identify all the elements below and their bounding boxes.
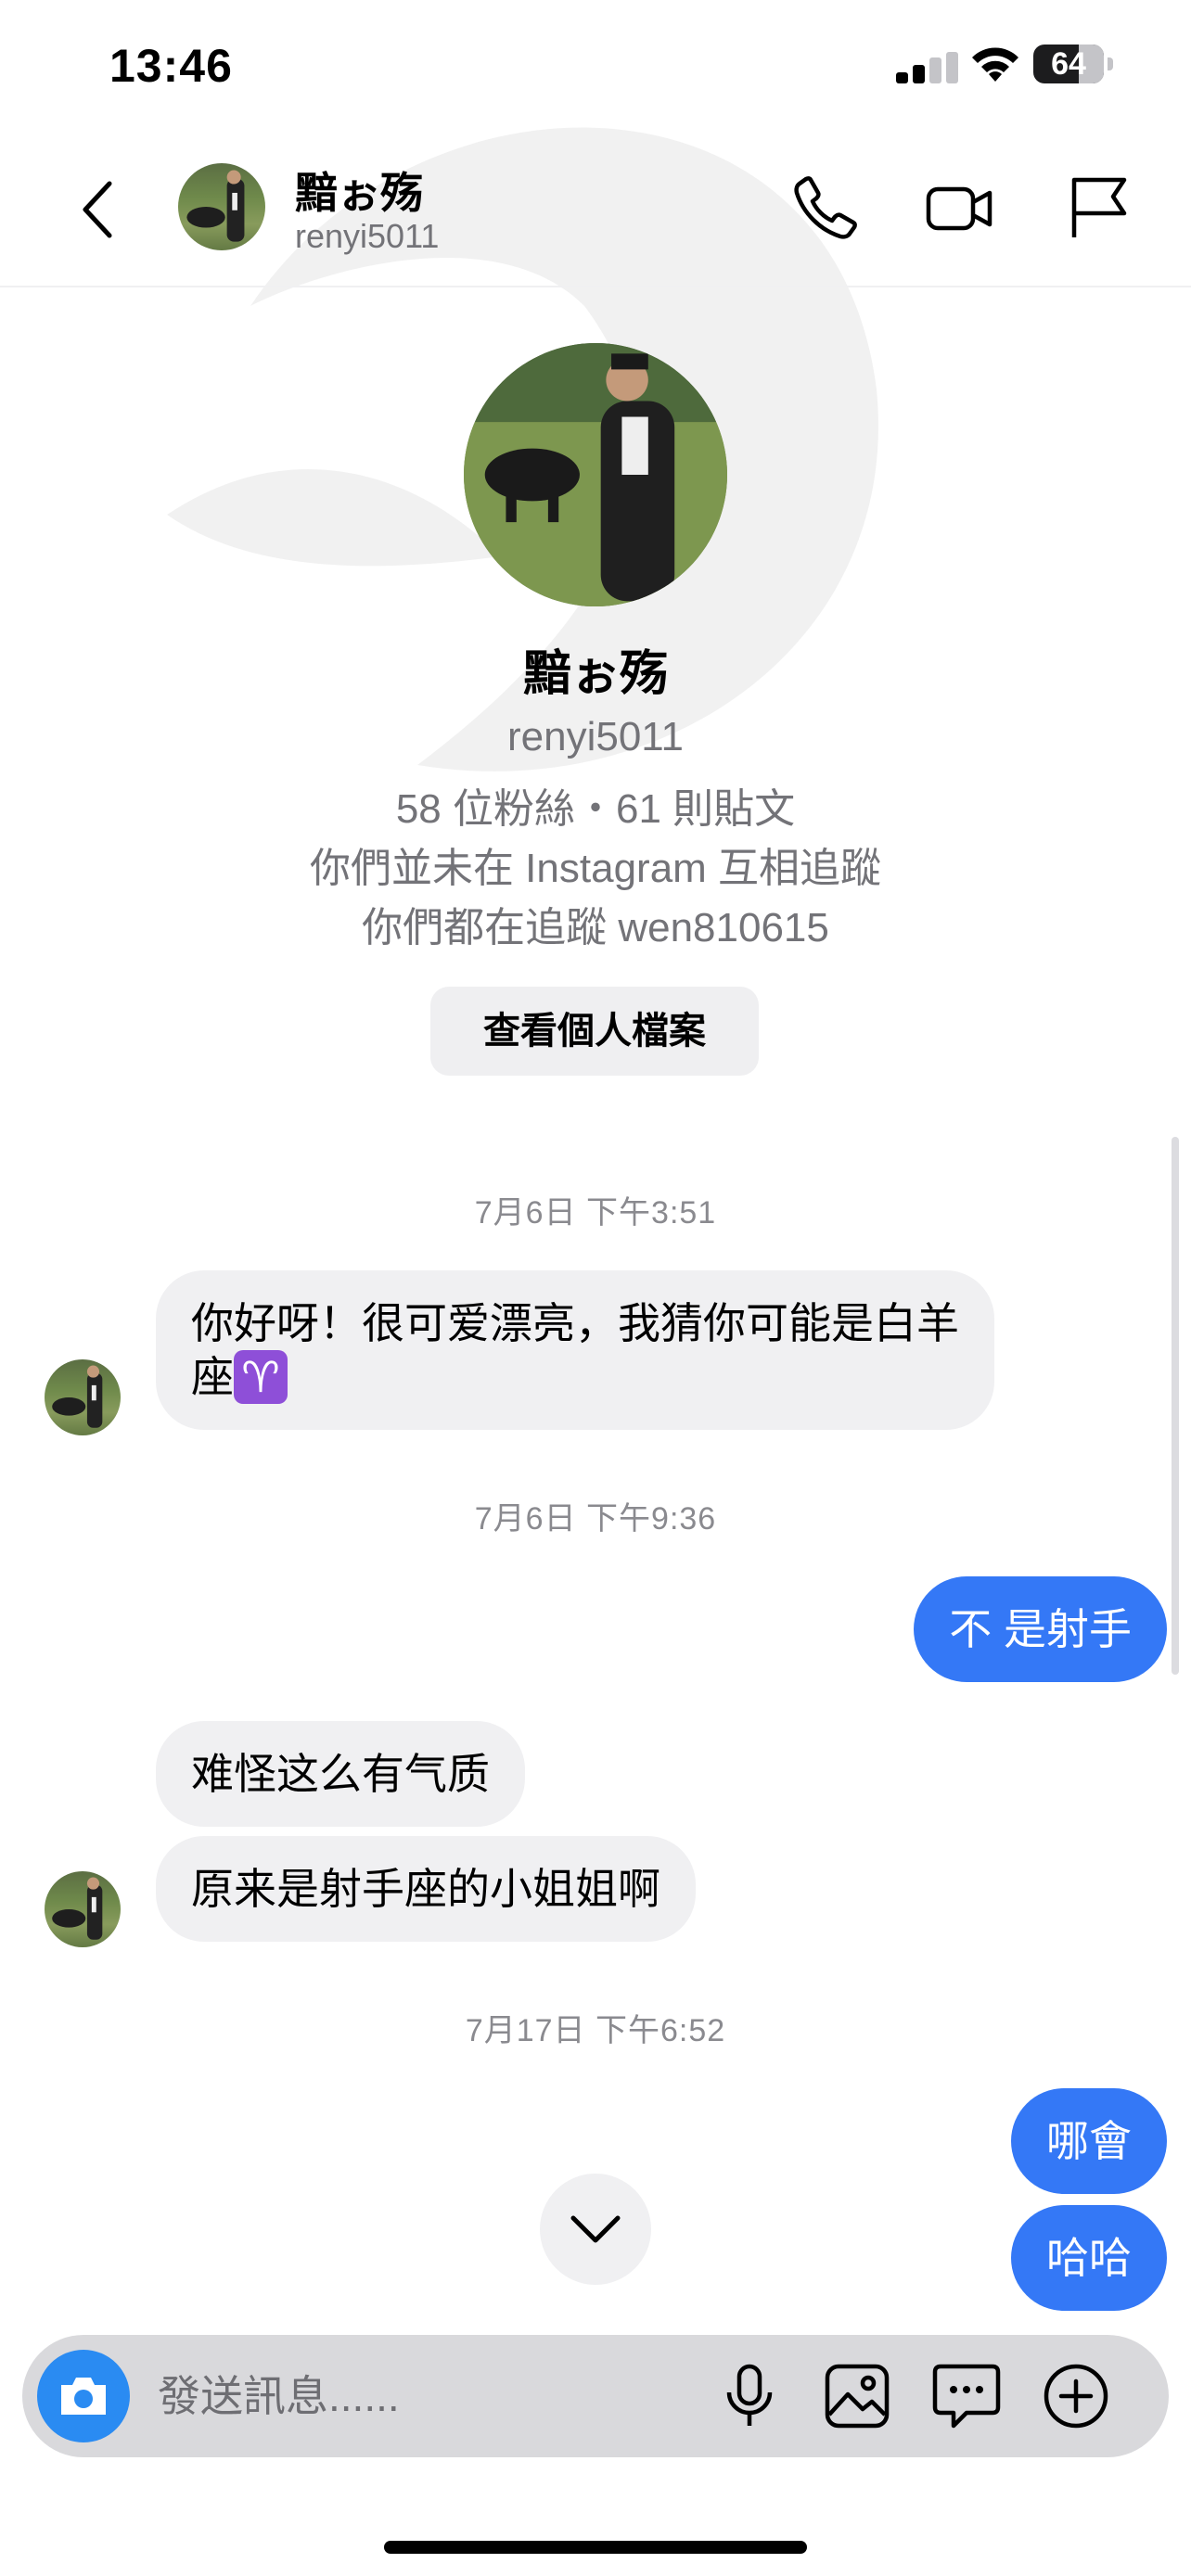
outgoing-message[interactable]: 哪會	[1011, 2088, 1167, 2194]
battery-indicator: 64	[1033, 45, 1113, 85]
outgoing-message[interactable]: 哈哈	[1011, 2205, 1167, 2311]
sender-avatar[interactable]	[45, 1871, 121, 1947]
home-indicator	[384, 2541, 807, 2554]
chevron-down-icon	[570, 2215, 621, 2243]
header-display-name[interactable]: 黯ぉ殇	[295, 159, 423, 221]
profile-username: renyi5011	[507, 714, 684, 759]
aries-emoji-icon: ♈	[234, 1350, 288, 1404]
scroll-to-bottom-button[interactable]	[540, 2174, 651, 2285]
camera-button[interactable]	[37, 2350, 130, 2442]
timestamp: 7月6日 下午9:36	[474, 1501, 717, 1537]
wifi-icon	[972, 47, 1018, 82]
view-profile-button[interactable]: 查看個人檔案	[430, 987, 759, 1076]
incoming-message[interactable]: 你好呀！很可爱漂亮，我猜你可能是白羊座 ♈	[156, 1270, 994, 1430]
timestamp: 7月6日 下午3:51	[474, 1195, 717, 1231]
message-text: 你好呀！很可爱漂亮，我猜你可能是白羊座	[191, 1299, 959, 1401]
plus-icon[interactable]	[1039, 2359, 1113, 2433]
flag-icon[interactable]	[1063, 172, 1133, 243]
sender-avatar[interactable]	[45, 1359, 121, 1435]
video-camera-icon[interactable]	[924, 172, 994, 243]
status-time: 13:46	[109, 40, 233, 92]
header-username[interactable]: renyi5011	[295, 217, 439, 256]
gallery-icon[interactable]	[820, 2359, 894, 2433]
header-avatar[interactable]	[178, 163, 265, 250]
profile-avatar[interactable]	[464, 343, 727, 606]
mutual-follow-note: 你們並未在 Instagram 互相追蹤	[309, 846, 882, 891]
battery-percent: 64	[1051, 46, 1086, 82]
camera-icon	[61, 2378, 106, 2415]
sticker-icon[interactable]	[929, 2359, 1004, 2433]
timestamp: 7月17日 下午6:52	[465, 2013, 726, 2048]
cellular-signal-icon	[896, 52, 958, 83]
incoming-message[interactable]: 原来是射手座的小姐姐啊	[156, 1836, 696, 1942]
microphone-icon[interactable]	[712, 2359, 787, 2433]
message-input[interactable]	[158, 2368, 677, 2424]
common-follow-note: 你們都在追蹤 wen810615	[362, 905, 829, 950]
profile-display-name: 黯ぉ殇	[522, 647, 668, 701]
outgoing-message[interactable]: 不 是射手	[914, 1576, 1167, 1682]
phone-icon[interactable]	[790, 172, 861, 243]
chevron-left-icon[interactable]	[74, 176, 121, 243]
incoming-message[interactable]: 难怪这么有气质	[156, 1721, 525, 1827]
profile-stats: 58 位粉絲・61 則貼文	[395, 786, 796, 832]
